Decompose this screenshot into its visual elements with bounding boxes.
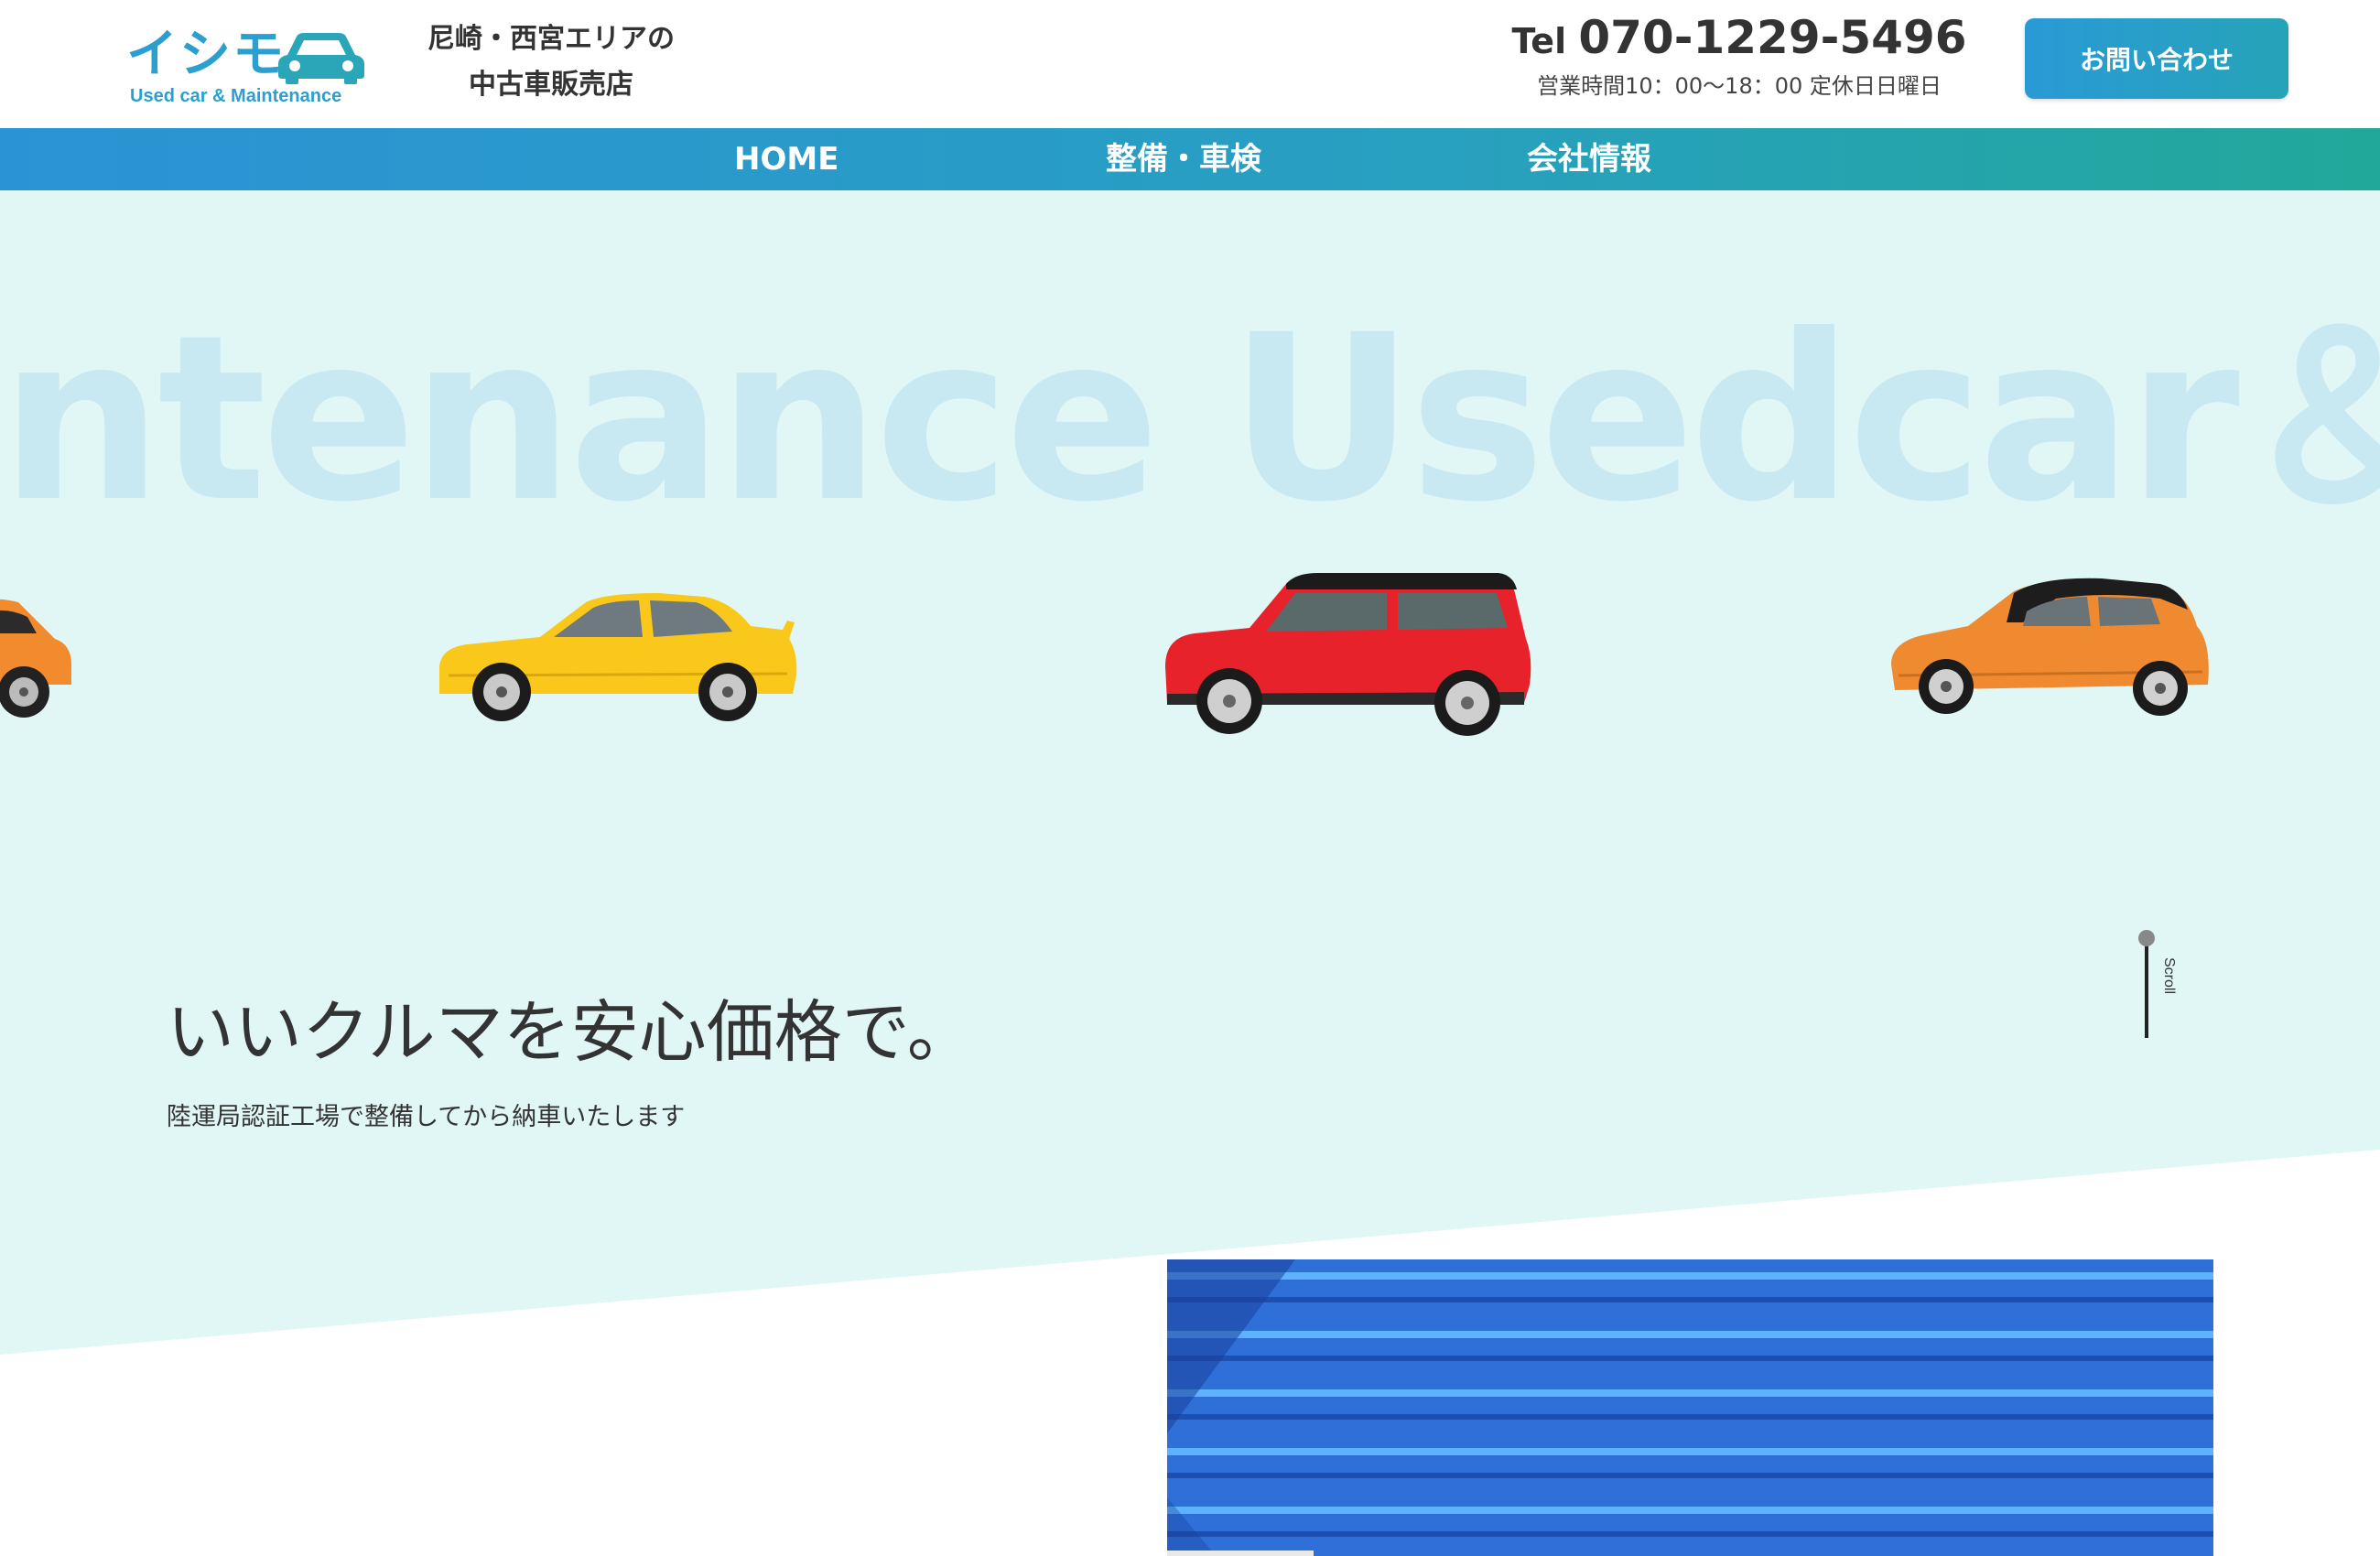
hero-section: ntenance Usedcar＆M [0,190,2380,1556]
nav-item-company-info[interactable]: 会社情報 [1527,128,1651,190]
logo-english-text: Used car & Maintenance [130,86,342,106]
tel-number[interactable]: 070-1229-5496 [1578,11,1966,64]
shop-tagline: 尼崎・西宮エリアの 中古車販売店 [414,16,688,108]
tel-label: Tel [1511,21,1579,61]
contact-button[interactable]: お問い合わせ [2025,18,2288,99]
site-header: イシモ Used car & Maintenance 尼崎・西宮エリアの 中古車… [0,0,2380,128]
phone-number[interactable]: Tel 070-1229-5496 [1510,11,1968,64]
main-nav: HOME 整備・車検 会社情報 [0,128,2380,190]
car-icon [278,33,364,84]
tagline-line2: 中古車販売店 [469,69,633,101]
tagline-line1: 尼崎・西宮エリアの [427,23,675,55]
nav-item-maintenance-inspection[interactable]: 整備・車検 [1106,128,1261,190]
logo-japanese-text: イシモ [126,25,286,84]
blue-shutter-image [1167,1259,2213,1556]
business-hours: 営業時間10：00〜18：00 定休日日曜日 [1537,73,1942,99]
site-logo[interactable]: イシモ Used car & Maintenance [126,20,364,112]
nav-item-home[interactable]: HOME [734,128,838,190]
